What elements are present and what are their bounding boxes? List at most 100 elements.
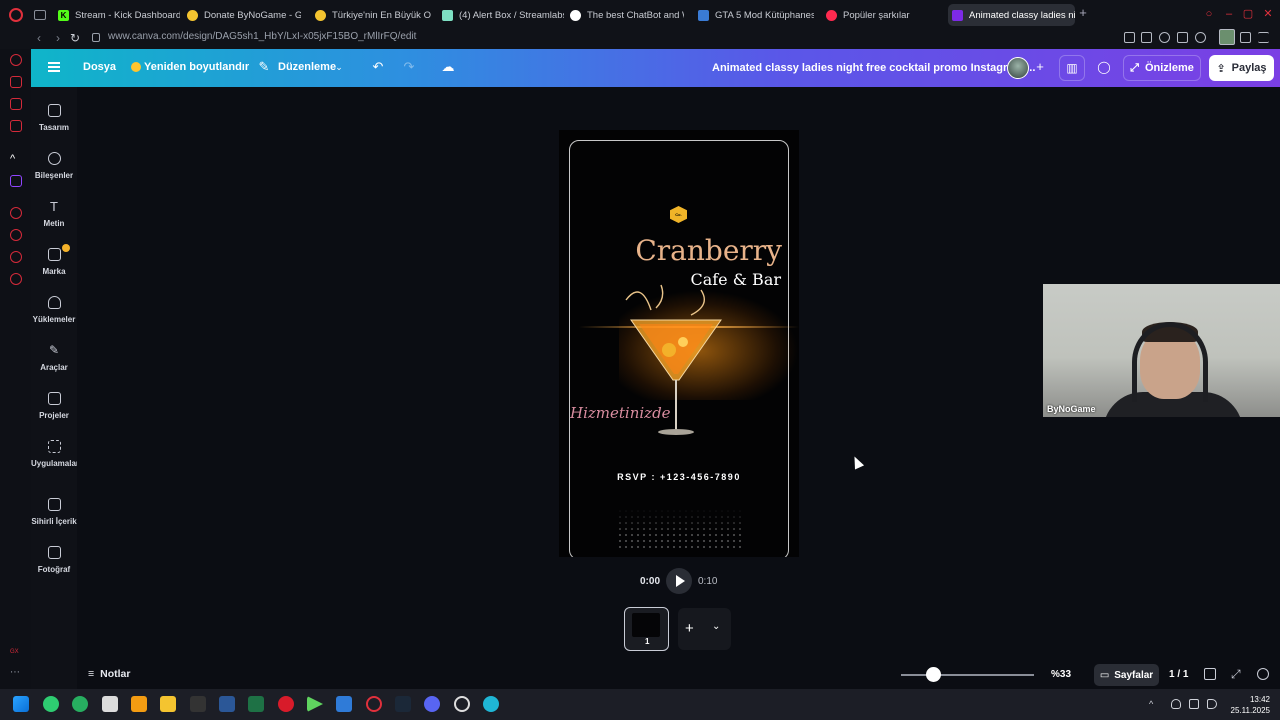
- menu-icon[interactable]: [48, 62, 60, 72]
- settings-icon[interactable]: [10, 273, 22, 285]
- music-player-icon[interactable]: [10, 207, 22, 219]
- sidebar-item-projects[interactable]: Projeler: [31, 392, 77, 420]
- app-icon-play[interactable]: [307, 696, 323, 712]
- network-icon[interactable]: [1189, 699, 1199, 709]
- search-tabs-icon[interactable]: ○: [1203, 8, 1215, 20]
- snapshot-icon[interactable]: [1141, 32, 1152, 43]
- forward-icon[interactable]: ›: [51, 31, 65, 45]
- sidebar-item-text[interactable]: T Metin: [31, 200, 77, 228]
- adblock-icon[interactable]: [1159, 32, 1170, 43]
- tab-chatbot[interactable]: The best ChatBot and W: [566, 4, 684, 26]
- redo-icon[interactable]: ↷: [402, 60, 416, 74]
- page-thumbnail[interactable]: 1: [624, 607, 669, 651]
- document-title[interactable]: Animated classy ladies night free cockta…: [712, 62, 1035, 74]
- help-icon[interactable]: [1257, 668, 1269, 680]
- windows-start-icon[interactable]: [13, 696, 29, 712]
- whatsapp-icon[interactable]: [10, 98, 22, 110]
- app-icon-green[interactable]: [43, 696, 59, 712]
- file-menu[interactable]: Dosya: [83, 61, 116, 73]
- pinboard-icon[interactable]: [10, 251, 22, 263]
- history-icon[interactable]: [10, 229, 22, 241]
- player-icon[interactable]: [1177, 32, 1188, 43]
- zoom-level[interactable]: %33: [1051, 669, 1071, 680]
- vpn-icon[interactable]: ^: [10, 153, 22, 165]
- app-icon-tank[interactable]: [102, 696, 118, 712]
- new-tab-button[interactable]: +: [1077, 6, 1089, 19]
- more-icon[interactable]: ⋯: [10, 668, 22, 681]
- edit-mode-menu[interactable]: Düzenleme: [278, 61, 336, 73]
- sidebar-item-uploads[interactable]: Yüklemeler: [31, 296, 77, 324]
- opera-logo-icon[interactable]: [9, 8, 23, 22]
- insights-button[interactable]: ▥: [1059, 55, 1085, 81]
- heart-icon[interactable]: [1195, 32, 1206, 43]
- opera-gx-taskbar-icon[interactable]: [366, 696, 382, 712]
- obs-icon[interactable]: [454, 696, 470, 712]
- app-icon-orange[interactable]: [131, 696, 147, 712]
- sidebar-item-photos[interactable]: Fotoğraf: [31, 546, 77, 574]
- restore-icon[interactable]: ▢: [1242, 8, 1254, 20]
- tab-gta5-mods[interactable]: GTA 5 Mod Kütüphanesi: [694, 4, 814, 26]
- bookmark-icon[interactable]: [1124, 32, 1135, 43]
- mail-icon[interactable]: [10, 120, 22, 132]
- sidebar-item-magic-media[interactable]: Sihirli İçerik: [31, 498, 77, 526]
- comments-button[interactable]: ◯: [1091, 55, 1117, 81]
- grid-view-icon[interactable]: [1204, 668, 1216, 680]
- notes-button[interactable]: ≡ Notlar: [88, 668, 130, 680]
- file-explorer-icon[interactable]: [160, 696, 176, 712]
- epic-games-icon[interactable]: [190, 696, 206, 712]
- share-button[interactable]: ⇪ Paylaş: [1209, 55, 1274, 81]
- reload-icon[interactable]: ↻: [68, 31, 82, 45]
- preview-button[interactable]: ⤢ Önizleme: [1123, 55, 1201, 81]
- close-window-icon[interactable]: ✕: [1262, 8, 1274, 20]
- tab-overview-icon[interactable]: [34, 10, 46, 20]
- system-clock[interactable]: 13:42 25.11.2025: [1226, 694, 1270, 716]
- tab-canva-active[interactable]: Animated classy ladies ni: [948, 4, 1075, 26]
- microphone-icon[interactable]: [1171, 699, 1181, 709]
- app-icon-cyan[interactable]: [483, 696, 499, 712]
- tab-youtube-music[interactable]: Popüler şarkılar: [822, 4, 942, 26]
- sidebar-item-brand[interactable]: Marka: [31, 244, 77, 276]
- volume-icon[interactable]: [1207, 699, 1217, 709]
- excel-icon[interactable]: [248, 696, 264, 712]
- profile-avatar[interactable]: [1219, 29, 1235, 45]
- add-page-button[interactable]: + ⌄: [678, 608, 731, 650]
- word-icon[interactable]: [219, 696, 235, 712]
- fullscreen-icon[interactable]: ⤢: [1231, 668, 1243, 680]
- minimize-icon[interactable]: –: [1223, 8, 1235, 20]
- user-avatar[interactable]: [1007, 57, 1029, 79]
- resize-button[interactable]: Yeniden boyutlandır: [144, 61, 249, 73]
- easy-setup-icon[interactable]: [1258, 32, 1269, 43]
- cocktail-glass-image[interactable]: [621, 280, 731, 460]
- tab-bynogame-donate[interactable]: Donate ByNoGame - Gel: [183, 4, 301, 26]
- undo-icon[interactable]: ↶: [371, 60, 385, 74]
- opera-ai-icon[interactable]: [10, 54, 22, 66]
- twitch-icon[interactable]: [10, 175, 22, 187]
- poster-subtitle[interactable]: Cafe & Bar: [690, 270, 781, 289]
- design-page[interactable]: Co. Cranberry Cafe & Bar Hizmetinizde RS…: [559, 130, 799, 557]
- poster-rsvp[interactable]: RSVP : +123-456-7890: [559, 472, 799, 482]
- discord-icon[interactable]: [424, 696, 440, 712]
- sidebar-item-elements[interactable]: Bileşenler: [31, 152, 77, 180]
- play-button[interactable]: [666, 568, 692, 594]
- app-icon-blue[interactable]: [336, 696, 352, 712]
- poster-title[interactable]: Cranberry: [635, 234, 782, 267]
- zoom-slider-track[interactable]: [901, 674, 1034, 676]
- tab-streamlabs[interactable]: (4) Alert Box / Streamlabs: [438, 4, 564, 26]
- tab-kick-dashboard[interactable]: K Stream - Kick Dashboard: [54, 4, 180, 26]
- gx-icon[interactable]: GX: [10, 649, 22, 661]
- app-icon-red[interactable]: [278, 696, 294, 712]
- app-icon-green-2[interactable]: [72, 696, 88, 712]
- back-icon[interactable]: ‹: [32, 31, 46, 45]
- messenger-icon[interactable]: [10, 76, 22, 88]
- invite-plus-icon[interactable]: +: [1033, 60, 1047, 74]
- sidebar-item-tools[interactable]: ✎ Araçlar: [31, 344, 77, 373]
- tray-chevron-icon[interactable]: ^: [1149, 699, 1159, 709]
- sidebar-item-design[interactable]: Tasarım: [31, 104, 77, 132]
- chevron-down-icon[interactable]: ⌄: [332, 60, 346, 74]
- url-field[interactable]: www.canva.com/design/DAG5sh1_HbY/LxI-x05…: [108, 31, 416, 42]
- poster-script-text[interactable]: Hizmetinizde: [570, 404, 671, 422]
- download-icon[interactable]: [1240, 32, 1251, 43]
- pages-button[interactable]: ▭ Sayfalar: [1094, 664, 1159, 686]
- tab-bynogame-main[interactable]: Türkiye'nin En Büyük Oy: [311, 4, 431, 26]
- sidebar-item-apps[interactable]: Uygulamalar: [31, 440, 79, 468]
